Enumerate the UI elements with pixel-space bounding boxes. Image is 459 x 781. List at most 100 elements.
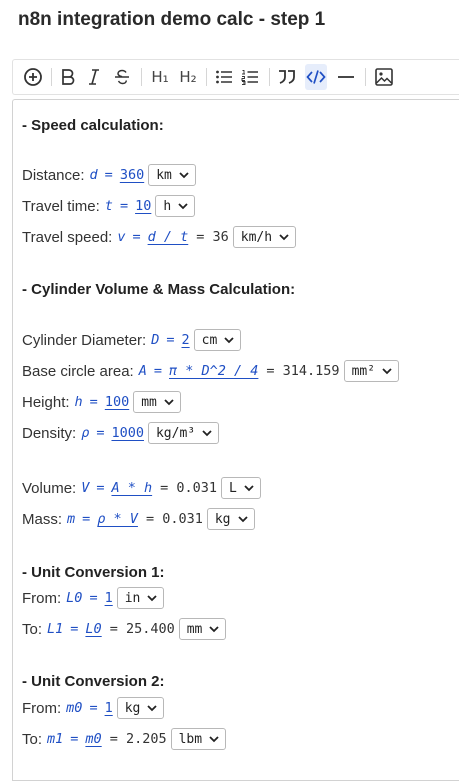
diameter-unit-select[interactable]: cm bbox=[193, 329, 242, 351]
conversion-1-from-unit-select[interactable]: in bbox=[116, 587, 165, 609]
distance-label: Distance: bbox=[22, 166, 85, 184]
conversion-1-to-row: To: L1 = L0 = 25.400 mm bbox=[22, 617, 227, 641]
travel-time-value[interactable]: 10 bbox=[135, 198, 151, 214]
density-row: Density: ρ = 1000 kg/m³ bbox=[22, 421, 220, 445]
conversion-2-from-unit-select[interactable]: kg bbox=[116, 697, 165, 719]
chevron-down-icon bbox=[202, 430, 212, 437]
chevron-down-icon bbox=[279, 234, 289, 241]
distance-unit-select[interactable]: km bbox=[148, 164, 196, 186]
equals-sign: = bbox=[70, 731, 79, 747]
distance-row: Distance: d = 360 km bbox=[22, 163, 196, 187]
density-label: Density: bbox=[22, 424, 77, 442]
italic-button[interactable] bbox=[83, 60, 105, 94]
travel-speed-unit: km/h bbox=[240, 229, 273, 245]
mass-result: = 0.031 bbox=[145, 511, 203, 527]
horizontal-rule-button[interactable] bbox=[335, 60, 357, 94]
bullet-list-button[interactable] bbox=[213, 60, 235, 94]
distance-value[interactable]: 360 bbox=[120, 167, 144, 183]
heading1-label: H₁ bbox=[151, 68, 169, 86]
chevron-down-icon bbox=[209, 626, 220, 633]
equals-sign: = bbox=[153, 363, 162, 379]
conversion-2-to-variable: m1 bbox=[47, 731, 64, 747]
numbered-list-icon bbox=[241, 70, 258, 85]
travel-speed-result: = 36 bbox=[196, 229, 229, 245]
distance-unit: km bbox=[156, 167, 172, 183]
bold-button[interactable] bbox=[57, 60, 79, 94]
chevron-down-icon bbox=[382, 368, 392, 375]
travel-time-unit-select[interactable]: h bbox=[155, 195, 196, 217]
mass-row: Mass: m = ρ * V = 0.031 kg bbox=[22, 507, 255, 531]
conversion-1-from-unit: in bbox=[124, 590, 141, 606]
conversion-1-to-expression[interactable]: L0 bbox=[85, 621, 101, 637]
toolbar-divider bbox=[141, 68, 142, 86]
toolbar-divider bbox=[365, 68, 366, 86]
density-unit-select[interactable]: kg/m³ bbox=[147, 422, 220, 444]
volume-variable: V bbox=[81, 480, 90, 496]
base-area-unit-select[interactable]: mm² bbox=[343, 360, 400, 382]
mass-unit-select[interactable]: kg bbox=[206, 508, 255, 530]
travel-speed-expression[interactable]: d / t bbox=[148, 229, 189, 245]
conversion-1-to-variable: L1 bbox=[47, 621, 64, 637]
travel-time-label: Travel time: bbox=[22, 197, 100, 215]
code-icon bbox=[306, 70, 326, 84]
conversion-2-to-unit-select[interactable]: lbm bbox=[170, 728, 227, 750]
strikethrough-icon bbox=[115, 69, 129, 85]
image-button[interactable] bbox=[372, 60, 396, 94]
travel-speed-unit-select[interactable]: km/h bbox=[232, 226, 297, 248]
code-button[interactable] bbox=[305, 64, 327, 90]
heading2-button[interactable]: H₂ bbox=[176, 60, 200, 94]
conversion-1-to-label: To: bbox=[22, 620, 43, 638]
conversion-2-to-expression[interactable]: m0 bbox=[85, 731, 101, 747]
height-value[interactable]: 100 bbox=[105, 394, 129, 410]
chevron-down-icon bbox=[147, 705, 158, 712]
conversion-2-to-unit: lbm bbox=[178, 731, 203, 747]
toolbar-divider bbox=[269, 68, 270, 86]
diameter-value[interactable]: 2 bbox=[182, 332, 190, 348]
page-title: n8n integration demo calc - step 1 bbox=[18, 9, 326, 30]
heading1-button[interactable]: H₁ bbox=[148, 60, 172, 94]
add-block-button[interactable] bbox=[21, 60, 45, 94]
conversion-2-from-value[interactable]: 1 bbox=[105, 700, 113, 716]
editor-toolbar: H₁ H₂ bbox=[12, 59, 459, 95]
diameter-variable: D bbox=[151, 332, 160, 348]
density-value[interactable]: 1000 bbox=[111, 425, 144, 441]
travel-time-row: Travel time: t = 10 h bbox=[22, 194, 196, 218]
volume-unit: L bbox=[229, 480, 237, 496]
image-icon bbox=[375, 68, 393, 86]
distance-variable: d bbox=[89, 167, 98, 183]
diameter-row: Cylinder Diameter: D = 2 cm bbox=[22, 328, 242, 352]
document-editor[interactable]: - Speed calculation: Distance: d = 360 k… bbox=[12, 99, 459, 781]
conversion-1-to-unit-select[interactable]: mm bbox=[178, 618, 227, 640]
conversion-2-from-variable: m0 bbox=[66, 700, 83, 716]
numbered-list-button[interactable] bbox=[239, 60, 261, 94]
volume-expression[interactable]: A * h bbox=[111, 480, 152, 496]
conversion-2-to-result: = 2.205 bbox=[109, 731, 167, 747]
travel-speed-label: Travel speed: bbox=[22, 228, 113, 246]
mass-expression[interactable]: ρ * V bbox=[97, 511, 138, 527]
height-unit-select[interactable]: mm bbox=[133, 391, 181, 413]
base-area-expression[interactable]: π * D^2 / 4 bbox=[169, 363, 258, 379]
base-area-variable: A bbox=[138, 363, 147, 379]
conversion-1-from-variable: L0 bbox=[66, 590, 83, 606]
travel-speed-row: Travel speed: v = d / t = 36 km/h bbox=[22, 225, 297, 249]
travel-speed-variable: v bbox=[117, 229, 126, 245]
bold-icon bbox=[62, 69, 75, 85]
equals-sign: = bbox=[104, 167, 113, 183]
strikethrough-button[interactable] bbox=[111, 60, 133, 94]
section-heading-speed: - Speed calculation: bbox=[22, 116, 164, 134]
height-row: Height: h = 100 mm bbox=[22, 390, 181, 414]
chevron-down-icon bbox=[209, 736, 219, 743]
section-heading-cylinder: - Cylinder Volume & Mass Calculation: bbox=[22, 280, 296, 298]
toolbar-divider bbox=[51, 68, 52, 86]
conversion-1-from-value[interactable]: 1 bbox=[105, 590, 113, 606]
mass-variable: m bbox=[67, 511, 76, 527]
quote-button[interactable] bbox=[276, 60, 298, 94]
quote-icon bbox=[279, 70, 295, 84]
chevron-down-icon bbox=[224, 337, 234, 344]
volume-unit-select[interactable]: L bbox=[221, 477, 261, 499]
conversion-2-from-row: From: m0 = 1 kg bbox=[22, 696, 165, 720]
italic-icon bbox=[89, 69, 99, 85]
diameter-unit: cm bbox=[201, 332, 218, 348]
volume-result: = 0.031 bbox=[160, 480, 218, 496]
conversion-2-from-unit: kg bbox=[124, 700, 141, 716]
